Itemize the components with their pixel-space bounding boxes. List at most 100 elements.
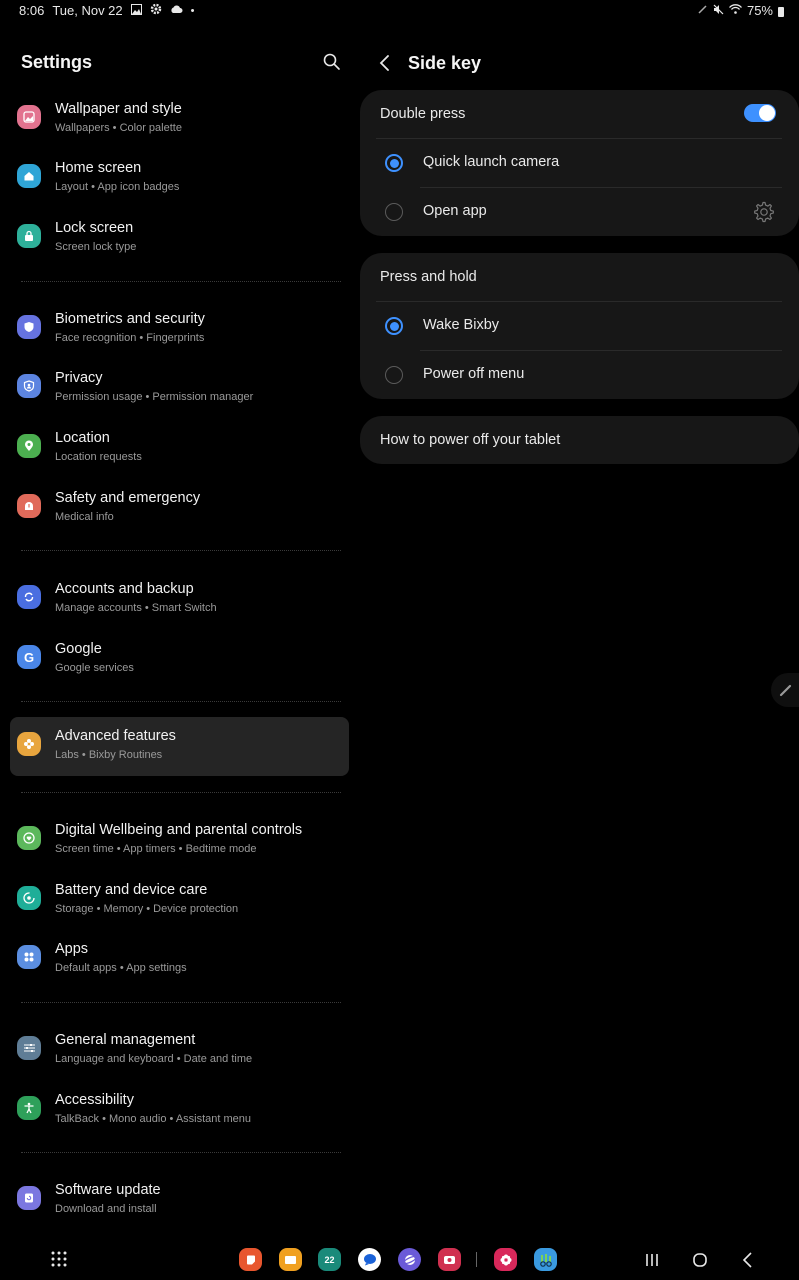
calendar-icon[interactable]: 22 <box>318 1248 341 1271</box>
settings-item-subtitle: Default apps • App settings <box>55 962 187 974</box>
dock-separator <box>476 1252 477 1267</box>
search-icon <box>323 53 340 70</box>
software-update-icon <box>17 1186 41 1210</box>
settings-item-title: Accessibility <box>55 1092 134 1108</box>
settings-item-battery-and-device-care[interactable]: Battery and device care Storage • Memory … <box>10 871 349 930</box>
settings-item-title: Software update <box>55 1182 161 1198</box>
s-pen-edge-handle[interactable] <box>771 673 799 707</box>
settings-item-google[interactable]: G Google Google services <box>10 630 349 689</box>
settings-item-title: Lock screen <box>55 220 134 236</box>
option-label: Power off menu <box>423 366 525 382</box>
settings-item-subtitle: Medical info <box>55 511 114 523</box>
apps-icon <box>17 945 41 969</box>
battery-icon <box>778 6 784 17</box>
settings-item-wallpaper-and-style[interactable]: Wallpaper and style Wallpapers • Color pa… <box>10 90 349 149</box>
settings-item-lock-screen[interactable]: Lock screen Screen lock type <box>10 209 349 268</box>
settings-item-location[interactable]: Location Location requests <box>10 419 349 478</box>
section-divider <box>21 550 341 551</box>
double-press-row[interactable]: Double press <box>360 90 799 138</box>
option-power-off-menu[interactable]: Power off menu <box>360 351 799 399</box>
option-wake-bixby[interactable]: Wake Bixby <box>360 302 799 350</box>
search-button[interactable] <box>322 52 342 72</box>
settings-item-subtitle: Face recognition • Fingerprints <box>55 332 205 344</box>
screen-recorder-icon[interactable] <box>438 1248 461 1271</box>
samsung-notes-icon[interactable] <box>239 1248 262 1271</box>
accessibility-icon <box>17 1096 41 1120</box>
press-and-hold-label: Press and hold <box>380 269 477 285</box>
settings-item-accounts-and-backup[interactable]: Accounts and backup Manage accounts • Sma… <box>10 570 349 629</box>
section-divider <box>21 792 341 793</box>
settings-item-accessibility[interactable]: Accessibility TalkBack • Mono audio • Ass… <box>10 1081 349 1140</box>
emergency-icon <box>17 494 41 518</box>
samsung-internet-icon[interactable] <box>398 1248 421 1271</box>
settings-item-safety-and-emergency[interactable]: Safety and emergency Medical info <box>10 479 349 538</box>
open-app-settings-button[interactable] <box>753 201 775 223</box>
option-label: Quick launch camera <box>423 154 560 170</box>
settings-item-privacy[interactable]: Privacy Permission usage • Permission man… <box>10 359 349 418</box>
settings-item-apps[interactable]: Apps Default apps • App settings <box>10 930 349 989</box>
double-press-card: Double press Quick launch camera Open ap… <box>360 90 799 236</box>
home-icon <box>693 1253 707 1267</box>
device-care-icon <box>17 886 41 910</box>
settings-item-title: Battery and device care <box>55 882 208 898</box>
press-and-hold-card: Press and hold Wake Bixby Power off menu <box>360 253 799 399</box>
option-quick-launch-camera[interactable]: Quick launch camera <box>360 139 799 187</box>
settings-item-advanced-features[interactable]: Advanced features Labs • Bixby Routines <box>10 717 349 776</box>
radio-button[interactable] <box>385 203 403 221</box>
pen-icon <box>779 684 792 697</box>
radio-button[interactable] <box>385 366 403 384</box>
section-divider <box>21 1152 341 1153</box>
settings-item-software-update[interactable]: Software update Download and install <box>10 1171 349 1230</box>
back-icon <box>742 1252 752 1268</box>
section-divider <box>21 281 341 282</box>
messages-icon[interactable] <box>358 1248 381 1271</box>
settings-item-title: Location <box>55 430 110 446</box>
settings-item-title: Google <box>55 641 102 657</box>
settings-item-subtitle: Storage • Memory • Device protection <box>55 903 239 915</box>
settings-item-subtitle: Manage accounts • Smart Switch <box>55 602 217 614</box>
galaxy-store-icon[interactable] <box>534 1248 557 1271</box>
gallery-icon <box>130 3 142 18</box>
app-drawer-button[interactable] <box>49 1249 69 1269</box>
wellbeing-icon <box>17 826 41 850</box>
flower-app-icon[interactable] <box>494 1248 517 1271</box>
option-open-app[interactable]: Open app <box>360 188 799 236</box>
settings-item-title: Apps <box>55 941 89 957</box>
home-button[interactable] <box>688 1248 712 1272</box>
status-time: 8:06 <box>19 3 45 18</box>
recents-icon <box>646 1254 658 1266</box>
settings-item-title: Advanced features <box>55 728 176 744</box>
chevron-left-icon <box>379 55 389 71</box>
settings-item-subtitle: Labs • Bixby Routines <box>55 749 163 761</box>
settings-item-biometrics-and-security[interactable]: Biometrics and security Face recognition … <box>10 300 349 359</box>
battery-percent: 75% <box>746 3 773 18</box>
settings-item-home-screen[interactable]: Home screen Layout • App icon badges <box>10 149 349 208</box>
google-icon: G <box>17 645 41 669</box>
settings-item-subtitle: Language and keyboard • Date and time <box>55 1053 253 1065</box>
double-press-toggle[interactable] <box>744 104 776 122</box>
settings-item-title: Digital Wellbeing and parental controls <box>55 822 303 838</box>
dot-icon: • <box>190 4 195 17</box>
settings-item-subtitle: Screen lock type <box>55 241 137 253</box>
cloud-icon <box>170 5 183 17</box>
radio-button-selected[interactable] <box>385 317 403 335</box>
settings-item-digital-wellbeing-and-parental-controls[interactable]: Digital Wellbeing and parental controls S… <box>10 811 349 870</box>
recents-button[interactable] <box>640 1248 664 1272</box>
settings-item-subtitle: Download and install <box>55 1203 157 1215</box>
app-drawer-icon <box>51 1251 67 1267</box>
pen-icon <box>698 4 708 17</box>
back-button[interactable] <box>372 50 398 76</box>
back-nav-button[interactable] <box>736 1248 760 1272</box>
my-files-icon[interactable] <box>279 1248 302 1271</box>
settings-item-title: Privacy <box>55 370 103 386</box>
option-label: Wake Bixby <box>423 317 500 333</box>
settings-item-general-management[interactable]: General management Language and keyboard … <box>10 1021 349 1080</box>
wallpaper-icon <box>17 105 41 129</box>
sliders-icon <box>17 1036 41 1060</box>
radio-button-selected[interactable] <box>385 154 403 172</box>
how-to-power-off-link[interactable]: How to power off your tablet <box>360 416 799 464</box>
home-icon <box>17 164 41 188</box>
settings-gear-icon <box>150 3 162 18</box>
mute-icon <box>713 4 724 18</box>
location-pin-icon <box>17 434 41 458</box>
